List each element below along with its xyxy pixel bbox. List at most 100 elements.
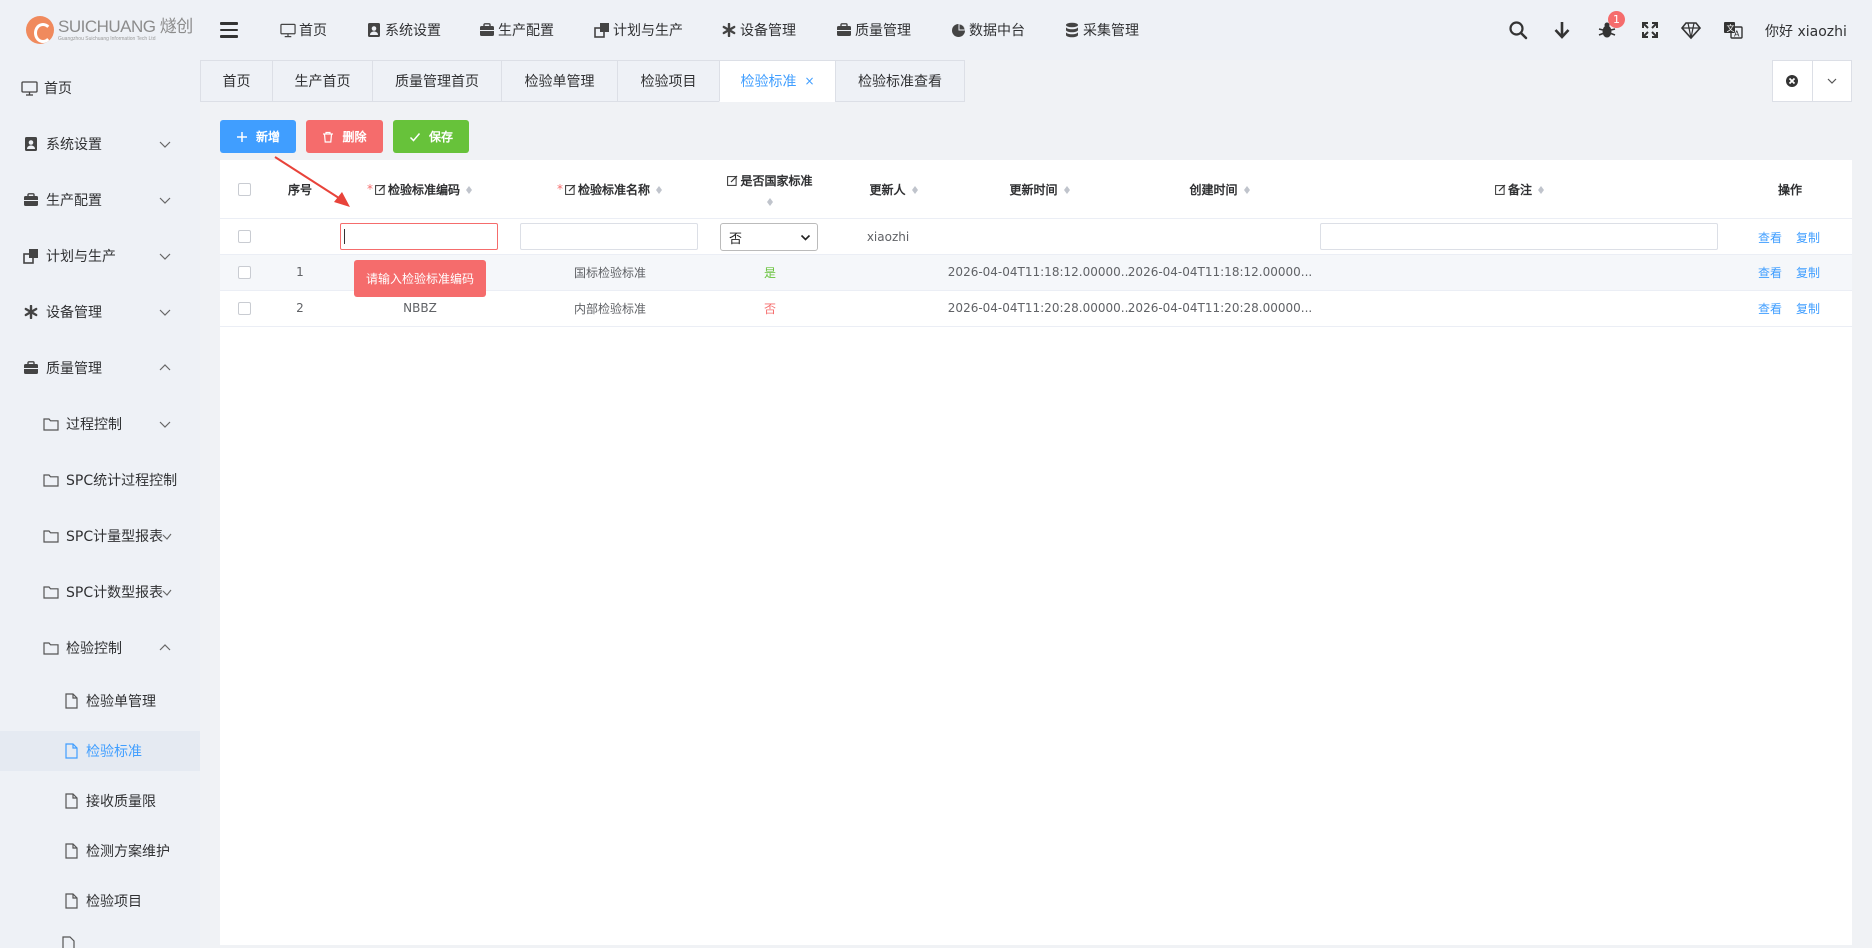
tab-quality-home[interactable]: 质量管理首页 xyxy=(372,60,501,102)
sidebar-item-aql[interactable]: 接收质量限 xyxy=(0,781,200,821)
topnav-label: 采集管理 xyxy=(1083,23,1139,39)
topnav-label: 首页 xyxy=(299,23,327,39)
row-checkbox[interactable] xyxy=(238,266,251,279)
topnav-item-data-center[interactable]: 数据中台 xyxy=(950,0,1025,60)
tab-inspection-standard[interactable]: 检验标准 × xyxy=(719,60,835,102)
file-icon xyxy=(62,792,80,810)
copy-link[interactable]: 复制 xyxy=(1793,290,1823,326)
topnav-label: 计划与生产 xyxy=(613,23,683,39)
sort-icon[interactable] xyxy=(911,183,919,195)
row-is-national: 是 xyxy=(763,265,776,280)
topnav-item-planning-production[interactable]: 计划与生产 xyxy=(594,0,683,60)
sidebar-item-system-settings[interactable]: 系统设置 xyxy=(0,124,200,164)
column-header-updater[interactable]: 更新人 xyxy=(844,160,944,218)
sort-icon[interactable] xyxy=(1243,183,1251,195)
chevron-down-icon xyxy=(158,137,172,151)
topnav-item-system-settings[interactable]: 系统设置 xyxy=(366,0,441,60)
topnav-item-production-config[interactable]: 生产配置 xyxy=(479,0,554,60)
topnav-item-quality[interactable]: 质量管理 xyxy=(836,0,911,60)
tab-label: 检验标准 xyxy=(740,74,797,90)
column-header-is-national[interactable]: 是否国家标准 xyxy=(716,160,824,218)
column-header-code[interactable]: * 检验标准编码 xyxy=(340,160,500,218)
translate-icon[interactable]: 文A xyxy=(1723,20,1743,40)
sidebar-item-inspection-control[interactable]: 检验控制 xyxy=(0,628,200,668)
user-badge-icon xyxy=(22,135,40,153)
close-icon[interactable]: × xyxy=(804,74,814,88)
sidebar-item-label: 检验项目 xyxy=(86,894,142,910)
folder-icon xyxy=(42,415,60,433)
user-greeting[interactable]: 你好 xiaozhi xyxy=(1765,21,1847,41)
sidebar-item-inspection-order[interactable]: 检验单管理 xyxy=(0,681,200,721)
edit-icon xyxy=(565,184,576,195)
select-all-checkbox[interactable] xyxy=(238,183,251,196)
sort-icon[interactable] xyxy=(655,183,663,195)
sidebar-item-label: 接收质量限 xyxy=(86,794,156,810)
sidebar-item-spc[interactable]: SPC统计过程控制 xyxy=(0,460,200,500)
download-icon[interactable] xyxy=(1552,20,1572,40)
chevron-down-icon xyxy=(162,531,172,541)
tab-inspection-standard-view[interactable]: 检验标准查看 xyxy=(835,60,965,102)
copy-link[interactable]: 复制 xyxy=(1793,254,1823,290)
menu-toggle-icon[interactable] xyxy=(220,22,238,38)
sidebar-item-inspection-item[interactable]: 检验项目 xyxy=(0,881,200,921)
tab-production-home[interactable]: 生产首页 xyxy=(272,60,372,102)
sidebar-item-home[interactable]: 首页 xyxy=(0,68,200,108)
delete-button[interactable]: 删除 xyxy=(306,120,383,153)
topnav-label: 生产配置 xyxy=(498,23,554,39)
sidebar-item-label: 生产配置 xyxy=(46,193,102,209)
remark-input[interactable] xyxy=(1320,223,1718,250)
close-all-icon[interactable] xyxy=(1773,61,1812,101)
copy-link[interactable]: 复制 xyxy=(1793,219,1823,255)
row-checkbox[interactable] xyxy=(238,230,251,243)
sidebar-item-quality[interactable]: 质量管理 xyxy=(0,348,200,388)
fullscreen-icon[interactable] xyxy=(1640,20,1660,40)
sidebar-item-label: 检验标准 xyxy=(86,744,142,760)
column-header-update-time[interactable]: 更新时间 xyxy=(960,160,1120,218)
column-header-name[interactable]: * 检验标准名称 xyxy=(520,160,700,218)
column-header-remark[interactable]: 备注 xyxy=(1320,160,1720,218)
sidebar-item-planning-production[interactable]: 计划与生产 xyxy=(0,236,200,276)
asterisk-icon xyxy=(22,303,40,321)
sort-icon[interactable] xyxy=(465,183,473,195)
sidebar-item-spc-attribute-report[interactable]: SPC计数型报表 xyxy=(0,572,200,612)
topnav-item-equipment[interactable]: 设备管理 xyxy=(721,0,796,60)
search-icon[interactable] xyxy=(1508,20,1528,40)
view-link[interactable]: 查看 xyxy=(1755,219,1785,255)
is-national-select[interactable]: 否 xyxy=(720,223,818,251)
trash-icon xyxy=(322,131,334,143)
sidebar-item-test-plan[interactable]: 检测方案维护 xyxy=(0,831,200,871)
sort-icon[interactable] xyxy=(1537,183,1545,195)
sidebar-item-process-control[interactable]: 过程控制 xyxy=(0,404,200,444)
text-caret xyxy=(344,229,345,244)
view-link[interactable]: 查看 xyxy=(1755,290,1785,326)
row-checkbox[interactable] xyxy=(238,302,251,315)
sidebar-item-label: 质量管理 xyxy=(46,361,102,377)
plus-icon xyxy=(236,131,248,143)
sidebar-item-production-config[interactable]: 生产配置 xyxy=(0,180,200,220)
tab-inspection-item[interactable]: 检验项目 xyxy=(617,60,719,102)
sidebar-item-equipment[interactable]: 设备管理 xyxy=(0,292,200,332)
sort-icon[interactable] xyxy=(1063,183,1071,195)
annotation-arrow-icon xyxy=(274,156,350,207)
add-button[interactable]: 新增 xyxy=(220,120,296,153)
view-link[interactable]: 查看 xyxy=(1755,254,1785,290)
chevron-down-icon[interactable] xyxy=(1811,61,1852,101)
briefcase-icon xyxy=(22,191,40,209)
chevron-down-icon xyxy=(158,193,172,207)
asterisk-icon xyxy=(721,22,737,38)
name-input[interactable] xyxy=(520,223,698,250)
diamond-icon[interactable] xyxy=(1681,20,1701,40)
code-input[interactable] xyxy=(340,223,498,250)
sidebar-item-inspection-standard[interactable]: 检验标准 xyxy=(0,731,200,771)
tab-inspection-order[interactable]: 检验单管理 xyxy=(501,60,617,102)
sidebar-item-spc-variable-report[interactable]: SPC计量型报表 xyxy=(0,516,200,556)
save-button[interactable]: 保存 xyxy=(393,120,469,153)
column-header-create-time[interactable]: 创建时间 xyxy=(1140,160,1300,218)
sort-icon[interactable] xyxy=(766,195,774,207)
logo-text: SUICHUANG 燧创 xyxy=(58,17,193,36)
folder-icon xyxy=(42,527,60,545)
edit-icon xyxy=(1495,184,1506,195)
topnav-item-collection[interactable]: 采集管理 xyxy=(1064,0,1139,60)
tab-home[interactable]: 首页 xyxy=(200,60,272,102)
topnav-item-home[interactable]: 首页 xyxy=(280,0,327,60)
